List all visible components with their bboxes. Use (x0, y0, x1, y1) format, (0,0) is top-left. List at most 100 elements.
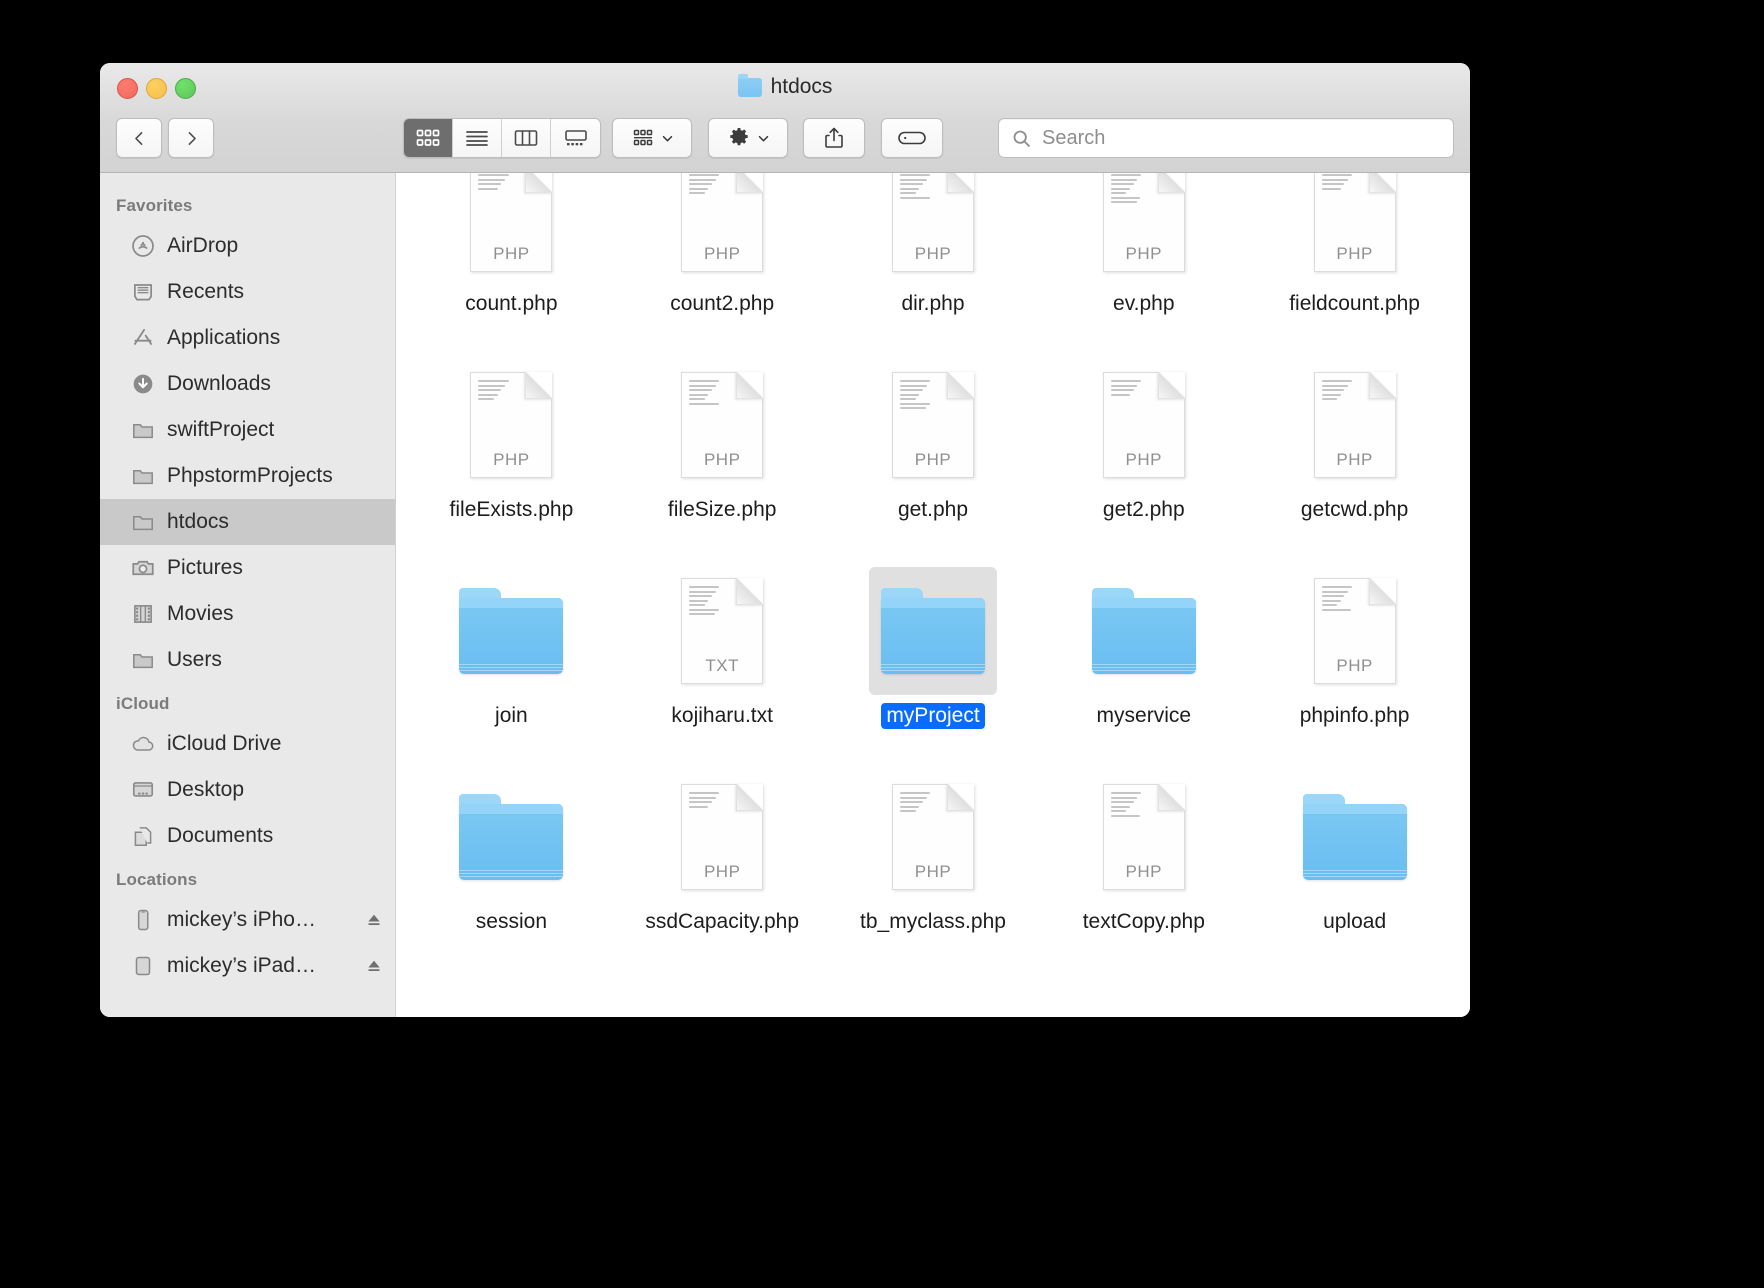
file-icon-wrapper: PHP (869, 773, 997, 901)
folder-item[interactable]: myProject (828, 553, 1039, 759)
sidebar[interactable]: Favorites AirDrop Recents Applications Downl… (100, 173, 396, 1017)
file-name-label: fileExists.php (449, 498, 574, 521)
document-icon: PHP (1313, 173, 1396, 272)
file-item[interactable]: PHP getcwd.php (1249, 347, 1460, 553)
file-item[interactable]: PHP ev.php (1038, 173, 1249, 347)
file-item[interactable]: PHP tb_myclass.php (828, 759, 1039, 965)
document-icon: PHP (470, 173, 553, 272)
icon-view-button[interactable] (404, 119, 453, 157)
gear-icon (730, 128, 748, 146)
folder-item[interactable]: session (406, 759, 617, 965)
sidebar-item-label: htdocs (167, 510, 229, 533)
sidebar-item-htdocs[interactable]: htdocs (100, 499, 395, 545)
file-kind-label: PHP (493, 450, 530, 469)
sidebar-item-pictures[interactable]: Pictures (100, 545, 395, 591)
file-item[interactable]: TXT kojiharu.txt (617, 553, 828, 759)
folder-item[interactable]: myservice (1038, 553, 1249, 759)
sidebar-item-applications[interactable]: Applications (100, 315, 395, 361)
file-item[interactable]: PHP fileExists.php (406, 347, 617, 553)
folder-item[interactable]: upload (1249, 759, 1460, 965)
folder-item[interactable]: join (406, 553, 617, 759)
sidebar-item-documents[interactable]: Documents (100, 813, 395, 859)
sidebar-item-desktop[interactable]: Desktop (100, 767, 395, 813)
sidebar-item-airdrop[interactable]: AirDrop (100, 223, 395, 269)
file-name-label: get2.php (1102, 498, 1185, 521)
pictures-icon (130, 555, 156, 581)
file-item[interactable]: PHP phpinfo.php (1249, 553, 1460, 759)
forward-button[interactable] (168, 118, 214, 158)
file-name-label: ev.php (1113, 292, 1175, 315)
sidebar-item-downloads[interactable]: Downloads (100, 361, 395, 407)
list-view-button[interactable] (453, 119, 502, 157)
file-icon-wrapper: PHP (1080, 773, 1208, 901)
file-name-label: fieldcount.php (1289, 292, 1420, 315)
folder-icon (880, 588, 985, 674)
desktop-icon (130, 777, 156, 803)
file-item[interactable]: PHP get2.php (1038, 347, 1249, 553)
file-icon-wrapper: PHP (447, 173, 575, 283)
file-icon-wrapper: PHP (1080, 361, 1208, 489)
file-item[interactable]: PHP get.php (828, 347, 1039, 553)
sidebar-item-mickey-s-ipad[interactable]: mickey’s iPad… (100, 943, 395, 989)
search-input[interactable]: Search (1042, 127, 1105, 150)
file-icon-wrapper (447, 567, 575, 695)
file-icon-wrapper (1080, 567, 1208, 695)
tag-button[interactable] (881, 118, 943, 158)
airdrop-icon (130, 233, 156, 259)
file-icon-wrapper: PHP (658, 361, 786, 489)
search-field[interactable]: Search (998, 118, 1454, 158)
sidebar-item-swiftproject[interactable]: swiftProject (100, 407, 395, 453)
file-name-label: tb_myclass.php (860, 910, 1006, 933)
sidebar-section-title: Locations (116, 870, 198, 889)
action-button[interactable] (708, 118, 788, 158)
forward-icon (188, 131, 196, 145)
file-item[interactable]: PHP dir.php (828, 173, 1039, 347)
file-name-label: upload (1323, 910, 1387, 933)
file-item[interactable]: PHP count2.php (617, 173, 828, 347)
arrange-icon (633, 129, 653, 146)
file-icon-grid: PHP count.php PHP count2.php PHP dir.php PHP ev… (396, 173, 1470, 965)
file-icon-wrapper: PHP (658, 173, 786, 283)
file-name-label: fileSize.php (667, 498, 777, 521)
column-view-button[interactable] (502, 119, 551, 157)
document-icon: PHP (681, 784, 764, 890)
sidebar-item-label: Movies (167, 602, 234, 625)
file-icon-wrapper (868, 567, 997, 695)
sidebar-item-recents[interactable]: Recents (100, 269, 395, 315)
sidebar-item-users[interactable]: Users (100, 637, 395, 683)
sidebar-item-label: Recents (167, 280, 245, 303)
folder-icon (130, 509, 156, 535)
gallery-view-button[interactable] (551, 119, 600, 157)
iphone-icon (130, 907, 156, 933)
file-browser-area[interactable]: 0.php PHPcount.phpPHPcount2.phpPHPdir.ph… (396, 173, 1470, 1017)
file-name-label: phpinfo.php (1299, 704, 1410, 727)
sidebar-item-icloud-drive[interactable]: iCloud Drive (100, 721, 395, 767)
tag-icon (898, 131, 926, 145)
file-item[interactable]: PHP ssdCapacity.php (617, 759, 828, 965)
applications-icon (130, 325, 156, 351)
file-item[interactable]: PHP fieldcount.php (1249, 173, 1460, 347)
file-item[interactable]: PHP fileSize.php (617, 347, 828, 553)
sidebar-item-label: AirDrop (167, 234, 239, 257)
document-icon: PHP (1102, 372, 1185, 478)
file-name-label: session (475, 910, 547, 933)
share-button[interactable] (803, 118, 865, 158)
sidebar-item-movies[interactable]: Movies (100, 591, 395, 637)
document-icon: PHP (1102, 173, 1185, 272)
file-item[interactable]: PHP count.php (406, 173, 617, 347)
back-button[interactable] (116, 118, 162, 158)
list-icon (466, 131, 488, 146)
file-icon-wrapper: PHP (1291, 173, 1419, 283)
arrange-button[interactable] (612, 118, 692, 158)
file-kind-label: PHP (1336, 450, 1373, 469)
file-icon-wrapper: PHP (1080, 173, 1208, 283)
sidebar-item-label: PhpstormProjects (167, 464, 333, 487)
file-kind-label: PHP (914, 244, 952, 263)
eject-icon[interactable] (365, 911, 383, 929)
eject-icon[interactable] (365, 957, 383, 975)
file-item[interactable]: PHP textCopy.php (1038, 759, 1249, 965)
file-name-label: textCopy.php (1082, 910, 1205, 933)
sidebar-item-phpstormprojects[interactable]: PhpstormProjects (100, 453, 395, 499)
file-icon-wrapper: PHP (447, 361, 575, 489)
sidebar-item-mickey-s-ipho[interactable]: mickey’s iPho… (100, 897, 395, 943)
